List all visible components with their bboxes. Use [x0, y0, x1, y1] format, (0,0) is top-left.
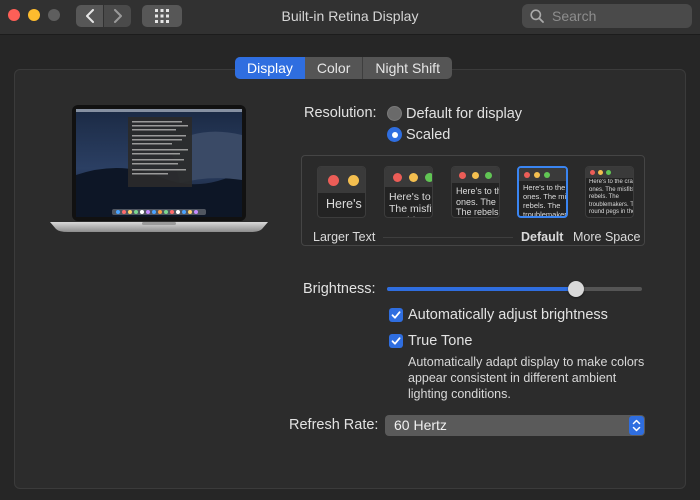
default-scale-label: Default	[521, 230, 564, 244]
grid-icon	[155, 9, 169, 23]
red-dot	[590, 170, 595, 175]
brightness-label: Brightness:	[303, 281, 376, 297]
checkmark-icon	[391, 311, 401, 319]
true-tone-label[interactable]: True Tone	[408, 333, 473, 349]
close-window-button[interactable]	[8, 9, 20, 21]
show-all-button[interactable]	[142, 5, 182, 27]
sample-text: Here's to the crazy ones. The misfits. T…	[456, 186, 500, 217]
red-dot	[393, 173, 402, 182]
back-button[interactable]	[76, 5, 103, 27]
brightness-fill	[387, 287, 576, 291]
true-tone-description-line: appear consistent in different ambient	[408, 371, 617, 385]
true-tone-description: Automatically adapt display to make colo…	[408, 354, 658, 402]
brightness-slider[interactable]	[387, 287, 642, 291]
green-dot	[606, 170, 611, 175]
refresh-rate-select[interactable]: 60 Hertz	[385, 415, 645, 436]
yellow-dot	[534, 172, 540, 178]
scale-option-default[interactable]: Here's to the crazy ones. The misfits. T…	[517, 166, 568, 218]
window-title: Built-in Retina Display	[281, 8, 419, 24]
red-dot	[459, 172, 466, 179]
yellow-dot	[598, 170, 603, 175]
yellow-dot	[409, 173, 418, 182]
select-stepper	[629, 416, 644, 435]
default-for-display-label[interactable]: Default for display	[406, 106, 522, 122]
tab-color[interactable]: Color	[305, 57, 362, 79]
chevron-left-icon	[85, 9, 94, 23]
tab-display[interactable]: Display	[235, 57, 305, 79]
true-tone-description-line: lighting conditions.	[408, 387, 511, 401]
chevron-up-down-icon	[632, 419, 641, 432]
sample-text: Here's to the crazy ones. The misfits. T…	[326, 197, 362, 211]
green-dot	[425, 173, 432, 182]
auto-brightness-label[interactable]: Automatically adjust brightness	[408, 307, 608, 323]
red-dot	[524, 172, 530, 178]
title-bar: Built-in Retina Display	[0, 0, 700, 35]
sample-text: Here's to the crazy ones. The misfits. T…	[589, 179, 634, 217]
auto-brightness-checkbox[interactable]	[389, 308, 403, 322]
laptop-illustration	[50, 105, 268, 232]
true-tone-checkbox[interactable]	[389, 334, 403, 348]
chevron-right-icon	[113, 9, 122, 23]
search-field[interactable]	[522, 4, 692, 28]
green-dot	[544, 172, 550, 178]
scale-divider	[383, 237, 513, 238]
brightness-slider-knob[interactable]	[567, 281, 584, 297]
scale-option-2[interactable]: Here's to the crazy ones. The misfits. T…	[384, 166, 433, 218]
green-dot	[485, 172, 492, 179]
resolution-label: Resolution:	[304, 105, 377, 121]
forward-button[interactable]	[104, 5, 131, 27]
minimize-window-button[interactable]	[28, 9, 40, 21]
search-icon	[530, 9, 544, 23]
scale-option-3[interactable]: Here's to the crazy ones. The misfits. T…	[451, 166, 500, 218]
tab-bar: Display Color Night Shift	[235, 57, 452, 79]
true-tone-description-line: Automatically adapt display to make colo…	[408, 355, 645, 369]
sample-text: Here's to the crazy ones. The misfits. T…	[389, 191, 432, 217]
refresh-rate-value: 60 Hertz	[394, 417, 447, 433]
larger-text-label: Larger Text	[313, 230, 376, 244]
sample-text: Here's to the crazy ones. The misfits. T…	[523, 183, 568, 218]
more-space-label: More Space	[573, 230, 641, 244]
scaled-label[interactable]: Scaled	[406, 127, 450, 143]
search-input[interactable]	[550, 7, 684, 25]
red-dot	[328, 175, 339, 186]
zoom-window-button[interactable]	[48, 9, 60, 21]
scaled-radio[interactable]	[387, 127, 402, 142]
checkmark-icon	[391, 337, 401, 345]
scale-option-larger-text[interactable]: Here's to the crazy ones. The misfits. T…	[317, 166, 366, 218]
tab-night-shift[interactable]: Night Shift	[362, 57, 452, 79]
scale-option-more-space[interactable]: Here's to the crazy ones. The misfits. T…	[585, 166, 634, 218]
refresh-rate-label: Refresh Rate:	[289, 417, 379, 433]
yellow-dot	[348, 175, 359, 186]
default-for-display-radio[interactable]	[387, 106, 402, 121]
yellow-dot	[472, 172, 479, 179]
